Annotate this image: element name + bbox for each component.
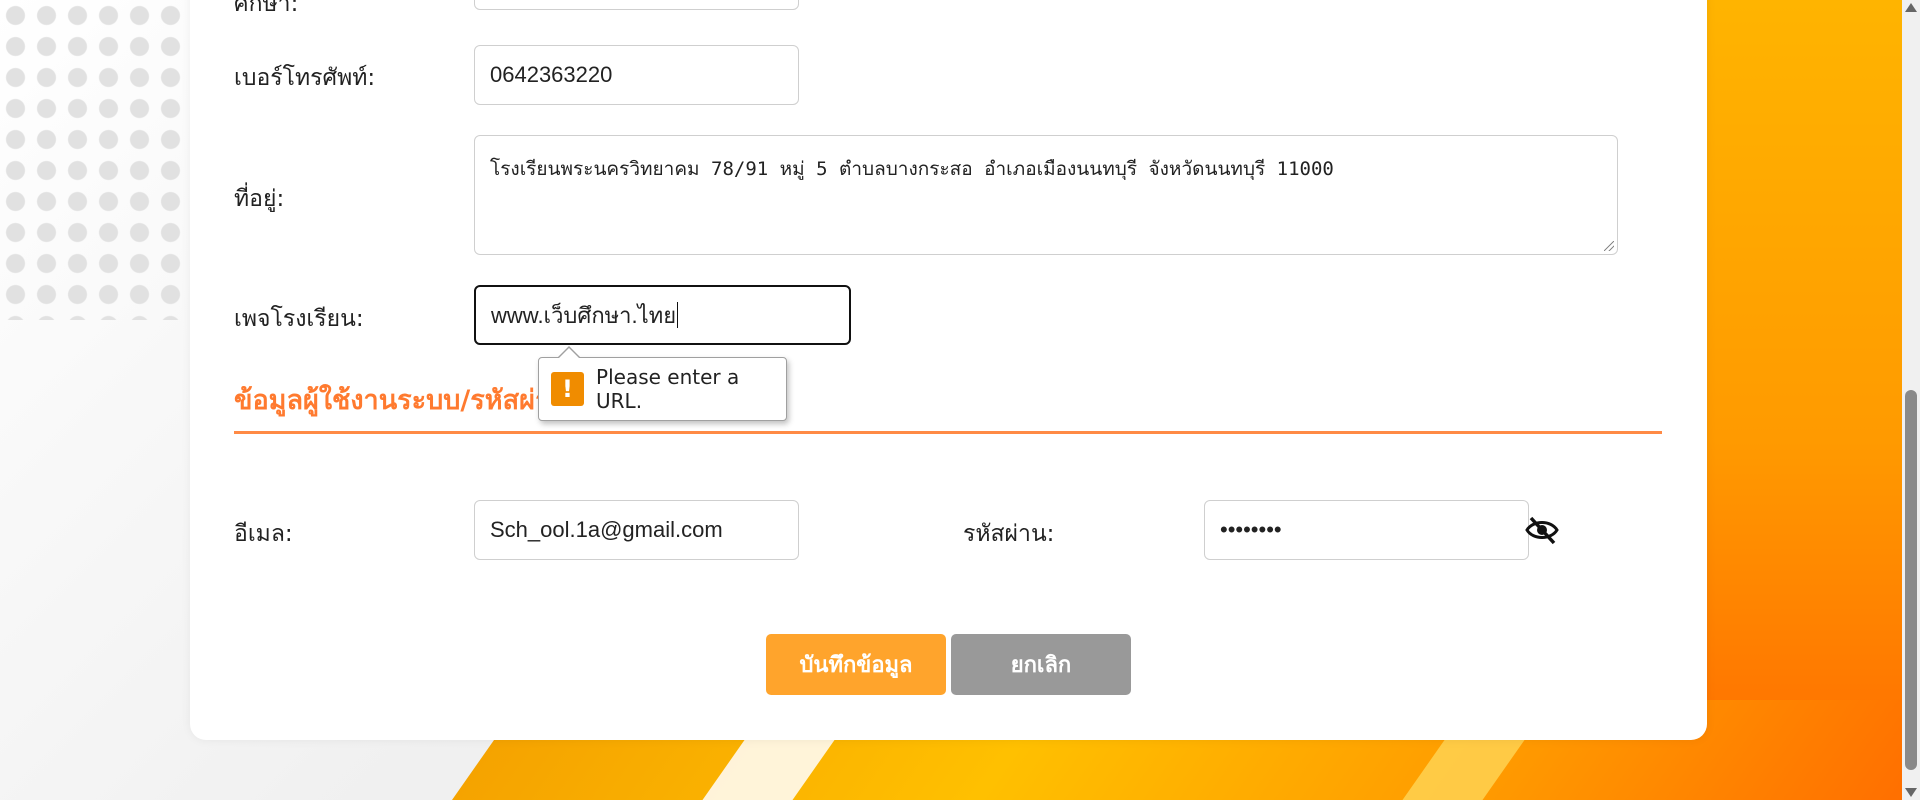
school-page-value: www.เว็บศึกษา.ไทย [491,302,677,328]
school-page-input[interactable]: www.เว็บศึกษา.ไทย [474,285,851,345]
form-card [190,0,1707,740]
address-value: โรงเรียนพระนครวิทยาคม 78/91 หมู่ 5 ตำบลบ… [490,158,1334,180]
partial-field-input[interactable] [474,0,799,10]
validation-message: Please enter a URL. [596,365,740,413]
partial-field-label: ศึกษา: [234,0,299,17]
background-dots [0,0,200,320]
address-label: ที่อยู่: [234,186,285,212]
section-title: ข้อมูลผู้ใช้งานระบบ/รหัสผ่าน [234,385,569,416]
address-textarea[interactable]: โรงเรียนพระนครวิทยาคม 78/91 หมู่ 5 ตำบลบ… [474,135,1618,255]
password-value: •••••••• [1220,517,1282,542]
phone-input[interactable]: 0642363220 [474,45,799,105]
email-input[interactable]: Sch_ool.1a@gmail.com [474,500,799,560]
password-label: รหัสผ่าน: [963,521,1055,547]
text-caret [677,302,679,328]
eye-slash-icon[interactable] [1525,515,1559,545]
resize-grip-icon[interactable] [1604,241,1614,251]
email-label: อีเมล: [234,521,293,547]
warning-icon: ! [551,372,585,406]
cancel-button[interactable]: ยกเลิก [951,634,1131,695]
scroll-down-arrow-icon[interactable] [1905,788,1917,797]
section-divider [234,431,1662,434]
vertical-scrollbar[interactable] [1902,0,1920,800]
validation-tooltip: ! Please enter a URL. [538,346,787,421]
phone-label: เบอร์โทรศัพท์: [234,65,376,91]
scroll-thumb[interactable] [1905,390,1917,770]
password-input[interactable]: •••••••• [1204,500,1529,560]
save-button[interactable]: บันทึกข้อมูล [766,634,946,695]
school-page-label: เพจโรงเรียน: [234,306,364,332]
email-value: Sch_ool.1a@gmail.com [490,517,723,542]
scroll-up-arrow-icon[interactable] [1905,3,1917,12]
phone-value: 0642363220 [490,62,613,87]
